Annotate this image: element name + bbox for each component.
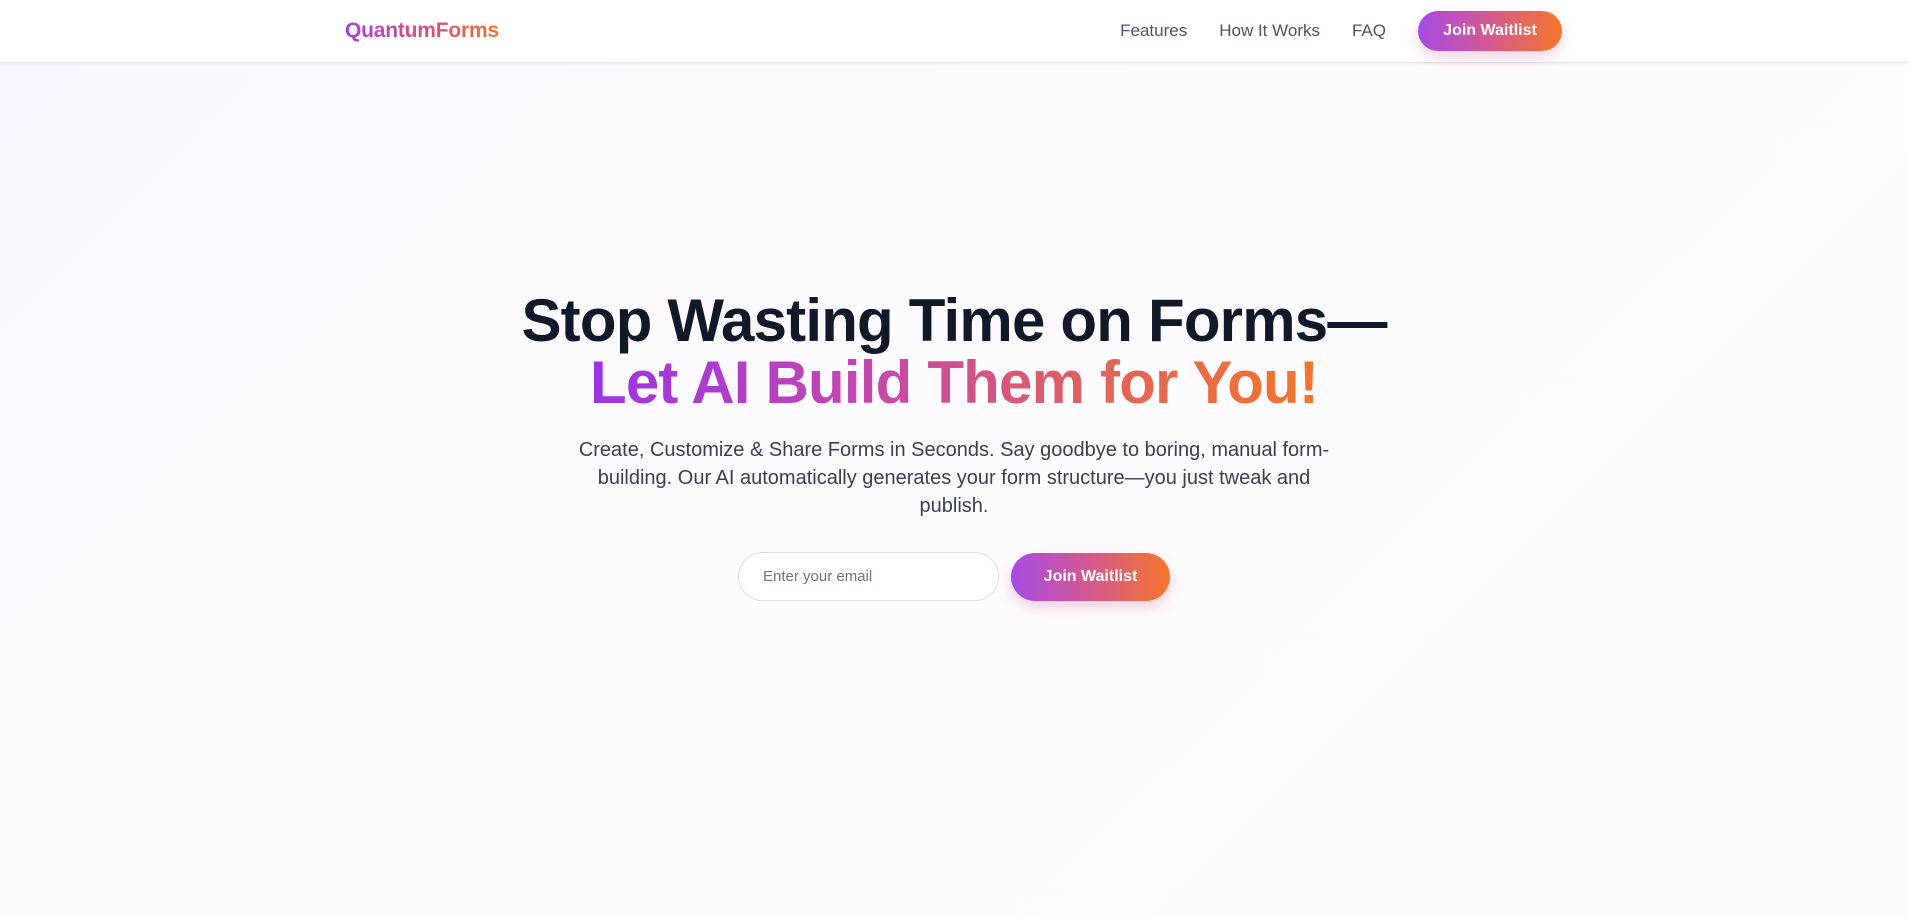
nav-link-how-it-works[interactable]: How It Works	[1219, 21, 1320, 41]
headline-line-primary: Stop Wasting Time on Forms—	[521, 287, 1387, 354]
headline-line-gradient: Let AI Build Them for You!	[589, 349, 1319, 416]
waitlist-form: Join Waitlist	[0, 552, 1908, 601]
nav-join-waitlist-button[interactable]: Join Waitlist	[1418, 11, 1562, 51]
navbar-container: QuantumForms Features How It Works FAQ J…	[345, 0, 1562, 62]
hero-subtitle: Create, Customize & Share Forms in Secon…	[578, 439, 1330, 517]
hero-headline: Stop Wasting Time on Forms— Let AI Build…	[0, 290, 1908, 414]
email-input[interactable]	[738, 552, 999, 601]
brand-logo[interactable]: QuantumForms	[345, 19, 499, 43]
nav-link-faq[interactable]: FAQ	[1352, 21, 1386, 41]
hero-join-waitlist-button[interactable]: Join Waitlist	[1011, 552, 1170, 601]
hero-section: Stop Wasting Time on Forms— Let AI Build…	[0, 290, 1908, 601]
top-navbar: QuantumForms Features How It Works FAQ J…	[0, 0, 1908, 63]
nav-link-features[interactable]: Features	[1120, 21, 1187, 41]
nav-menu: Features How It Works FAQ Join Waitlist	[1120, 11, 1562, 51]
